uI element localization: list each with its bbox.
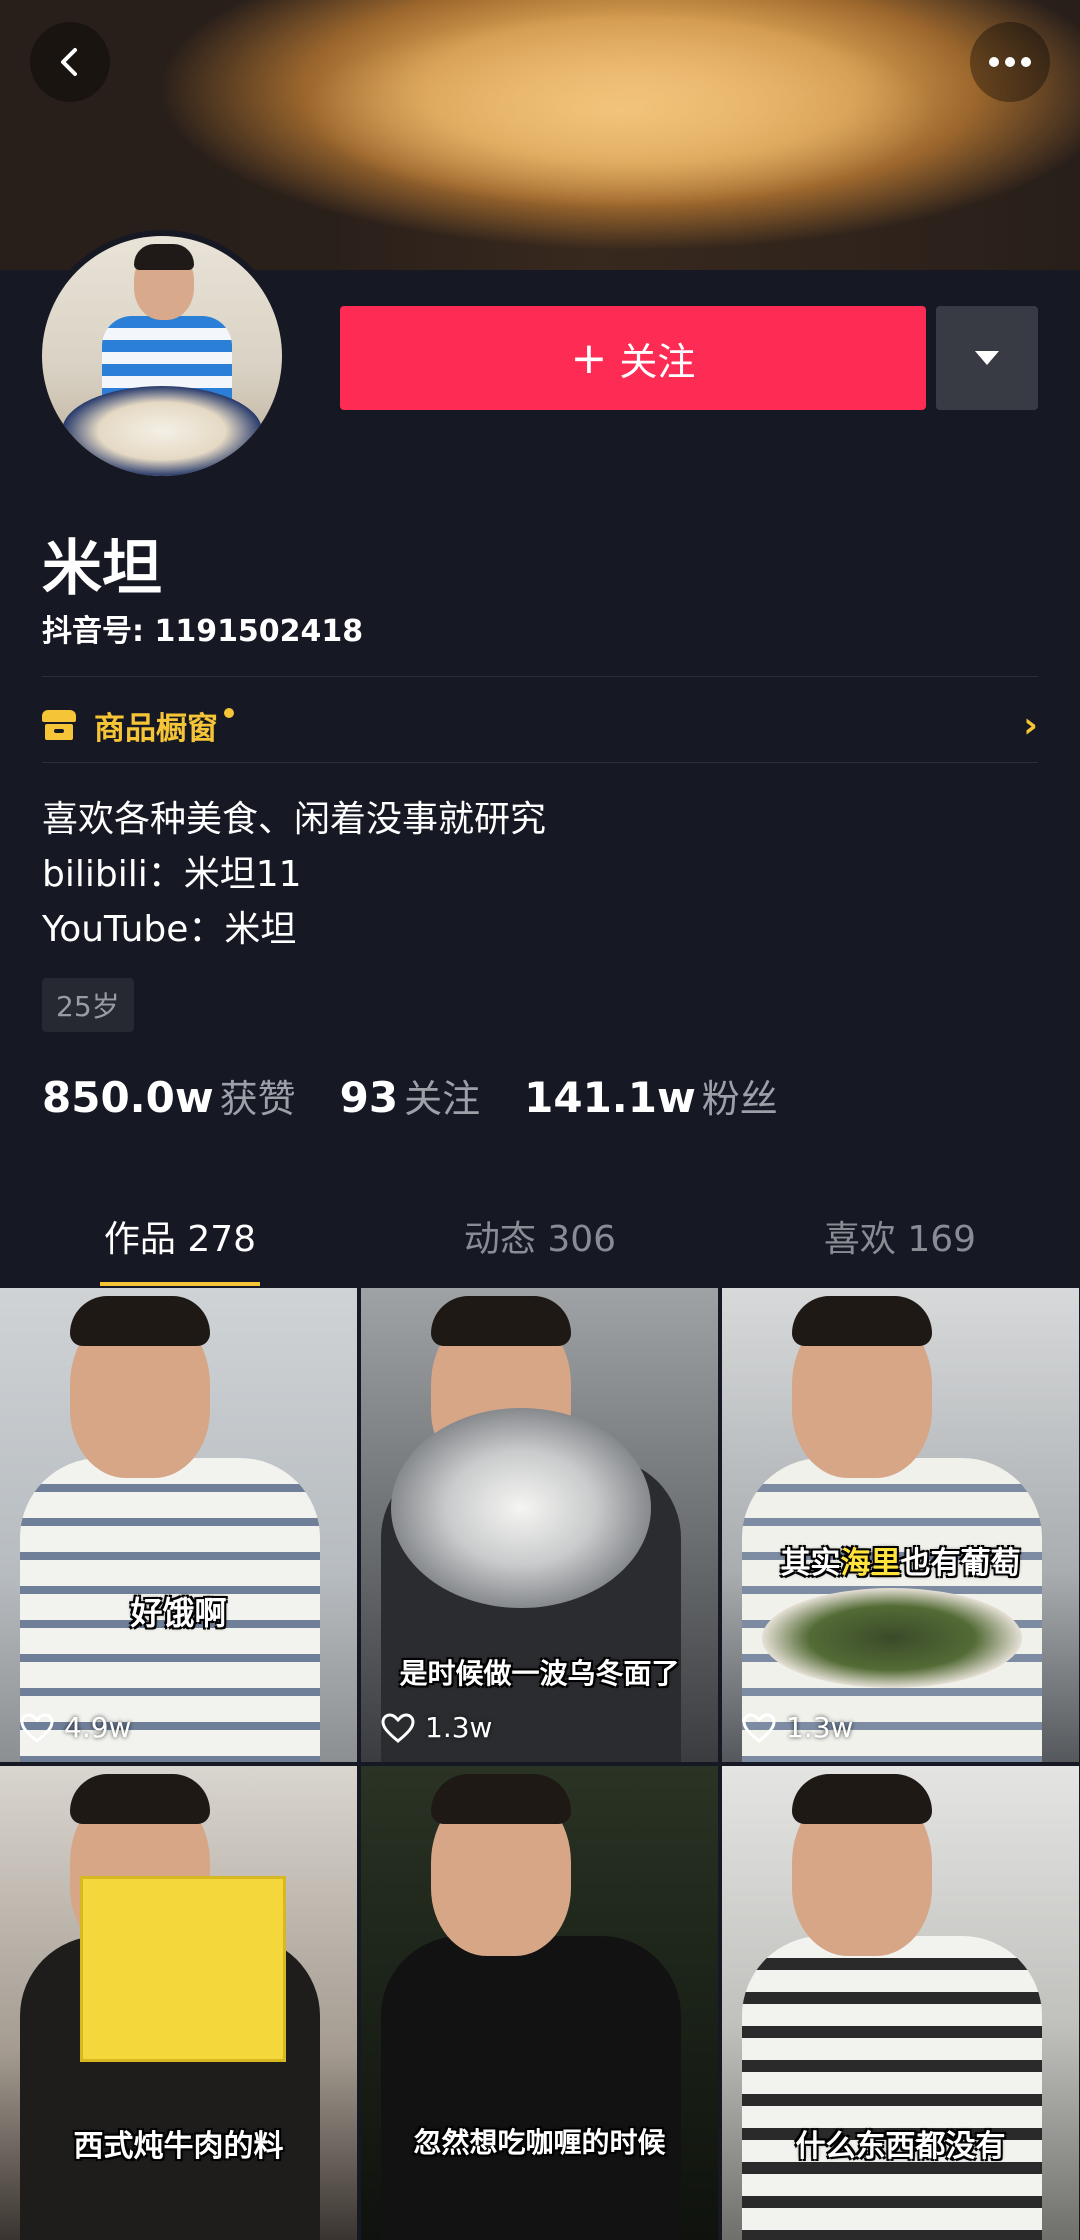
heart-icon (381, 1712, 415, 1743)
plus-icon: + (570, 332, 608, 384)
bio-line: 喜欢各种美食、闲着没事就研究 (42, 799, 547, 840)
video-thumbnail[interactable]: 是时候做一波乌冬面了 1.3w (361, 1288, 718, 1762)
more-button[interactable] (970, 22, 1050, 102)
product-box (80, 1876, 286, 2062)
profile-name: 米坦 (42, 534, 162, 604)
back-button[interactable] (30, 22, 110, 102)
followers-label[interactable]: 粉丝 (702, 1068, 778, 1123)
tab-likes[interactable]: 喜欢 169 (720, 1186, 1080, 1286)
avatar[interactable] (36, 230, 288, 482)
follow-button[interactable]: + 关注 (340, 306, 926, 410)
cover-cat-fur (200, 0, 1080, 270)
video-thumbnail[interactable]: 其实海里也有葡萄 1.3w (722, 1288, 1079, 1762)
divider (42, 676, 1038, 677)
likes-label: 获赞 (219, 1077, 296, 1121)
video-caption: 是时候做一波乌冬面了 (399, 1657, 680, 1690)
douyin-id: 抖音号: 1191502418 (42, 614, 364, 649)
video-caption: 什么东西都没有 (795, 2129, 1006, 2164)
video-caption: 其实海里也有葡萄 (780, 1546, 1021, 1581)
heart-icon (742, 1712, 776, 1743)
divider (42, 762, 1038, 763)
bio-line: YouTube：米坦 (42, 909, 297, 950)
new-dot-badge (224, 708, 234, 718)
more-horizontal-icon (989, 57, 1031, 67)
video-likes-count: 4.9w (64, 1711, 132, 1744)
avatar-photo (42, 236, 282, 476)
likes-count: 850.0w (42, 1073, 214, 1122)
chevron-left-icon (61, 48, 77, 76)
video-likes-count: 1.3w (425, 1711, 493, 1744)
follow-label: 关注 (619, 339, 696, 384)
profile-tabs: 作品 278 动态 306 喜欢 169 (0, 1186, 1080, 1286)
shop-window-label: 商品橱窗 (94, 710, 218, 747)
video-thumbnail[interactable]: 好饿啊 4.9w (0, 1288, 357, 1762)
tab-posts[interactable]: 动态 306 (360, 1186, 720, 1286)
video-thumbnail[interactable]: 什么东西都没有 (722, 1766, 1079, 2240)
recommend-dropdown-button[interactable] (936, 306, 1038, 410)
video-likes: 1.3w (381, 1711, 492, 1744)
seaweed-plate (762, 1588, 1022, 1688)
triangle-down-icon (975, 351, 999, 365)
video-caption: 忽然想吃咖喱的时候 (413, 2126, 666, 2159)
video-grid: 好饿啊 4.9w 是时候做一波乌冬面了 1.3w 其实海里也有葡萄 1.3w 西… (0, 1288, 1080, 2240)
profile-stats: 850.0w 获赞 93 关注 141.1w 粉丝 (42, 1068, 822, 1123)
steel-bowl (391, 1408, 651, 1608)
video-likes: 1.3w (742, 1711, 853, 1744)
shop-window-link[interactable]: 商品橱窗 › (42, 690, 1038, 760)
bio-line: bilibili：米坦11 (42, 854, 302, 895)
video-caption: 西式炖牛肉的料 (73, 2129, 284, 2164)
following-count[interactable]: 93 (340, 1073, 398, 1122)
heart-icon (20, 1712, 54, 1743)
video-thumbnail[interactable]: 忽然想吃咖喱的时候 (361, 1766, 718, 2240)
video-thumbnail[interactable]: 西式炖牛肉的料 (0, 1766, 357, 2240)
video-caption: 好饿啊 (130, 1594, 227, 1632)
chevron-right-icon: › (1023, 704, 1038, 746)
following-label[interactable]: 关注 (404, 1068, 480, 1123)
tab-works[interactable]: 作品 278 (0, 1186, 360, 1286)
followers-count[interactable]: 141.1w (524, 1073, 696, 1122)
video-likes: 4.9w (20, 1711, 131, 1744)
shop-icon (42, 710, 76, 740)
age-tag: 25岁 (42, 978, 134, 1032)
video-likes-count: 1.3w (786, 1711, 854, 1744)
